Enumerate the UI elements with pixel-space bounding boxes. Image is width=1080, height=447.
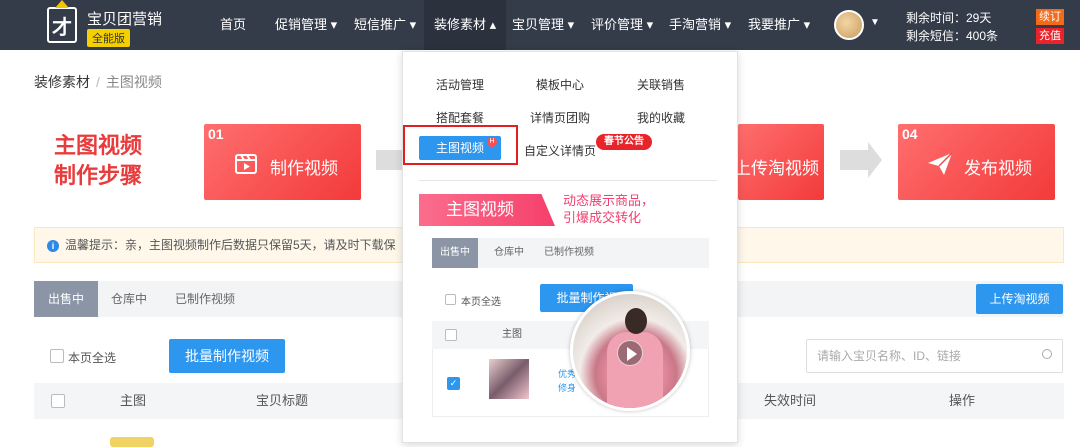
- notice-text: 温馨提示：亲，主图视频制作后数据只保留5天，请及时下载保: [65, 238, 396, 252]
- menu-item-related-sales[interactable]: 关联销售: [637, 76, 685, 93]
- column-expiry: 失效时间: [764, 393, 817, 408]
- select-all-label: 本页全选: [68, 351, 117, 365]
- divider: [419, 180, 717, 181]
- steps-title-line1: 主图视频: [54, 133, 143, 158]
- logo-glyph: 才: [52, 16, 72, 39]
- tab-made-videos[interactable]: 已制作视频: [175, 281, 235, 317]
- step-label: 上传淘视频: [734, 159, 819, 178]
- nav-reviews[interactable]: 评价管理 ▾: [591, 0, 653, 50]
- nav-promotion[interactable]: 促销管理 ▾: [275, 0, 337, 50]
- menu-item-bundles[interactable]: 搭配套餐: [436, 109, 484, 126]
- remaining-time: 剩余时间：29天: [906, 11, 992, 25]
- nav-mobile-marketing[interactable]: 手淘营销 ▾: [669, 0, 731, 50]
- play-icon[interactable]: [617, 340, 643, 366]
- search-input[interactable]: 请输入宝贝名称、ID、链接: [806, 339, 1063, 373]
- preview-select-all: 本页全选: [461, 297, 501, 308]
- edition-badge: 全能版: [87, 29, 130, 47]
- info-icon: i: [47, 240, 59, 252]
- tab-on-sale[interactable]: 出售中: [34, 281, 99, 317]
- top-navbar: 才 宝贝团营销 全能版 首页 促销管理 ▾ 短信推广 ▾ 装修素材 ▴ 宝贝管理…: [0, 0, 1080, 50]
- preview-product-image: [489, 359, 529, 399]
- menu-item-favorites[interactable]: 我的收藏: [637, 109, 685, 126]
- breadcrumb-parent[interactable]: 装修素材: [34, 74, 90, 90]
- promo-line: 动态展示商品，: [563, 193, 655, 208]
- preview-column-main: 主图: [502, 329, 522, 340]
- clapperboard-icon: [235, 154, 257, 174]
- promo-banner-title: 主图视频: [419, 194, 555, 226]
- preview-checkbox: [445, 294, 456, 305]
- steps-title-line2: 制作步骤: [54, 163, 143, 188]
- step-upload-video: 上传淘视频: [734, 124, 824, 200]
- column-title: 宝贝标题: [256, 393, 309, 408]
- promo-banner-text: 动态展示商品， 引爆成交转化: [563, 192, 654, 226]
- menu-item-detail-group-buy[interactable]: 详情页团购: [530, 109, 590, 126]
- paper-plane-icon: [928, 152, 953, 175]
- tab-warehouse[interactable]: 仓库中: [111, 281, 147, 317]
- preview-link-line: 修身: [558, 383, 577, 393]
- remaining-sms: 剩余短信：400条: [906, 29, 999, 43]
- breadcrumb: 装修素材 / 主图视频: [34, 72, 162, 92]
- preview-header-checkbox: [445, 329, 457, 341]
- column-main-image: 主图: [120, 393, 147, 408]
- nav-advertise[interactable]: 我要推广 ▾: [748, 0, 810, 50]
- search-placeholder: 请输入宝贝名称、ID、链接: [817, 349, 962, 363]
- step-publish-video: 04 发布视频: [898, 124, 1055, 200]
- nav-decoration[interactable]: 装修素材 ▴: [424, 0, 507, 50]
- caret-down-icon[interactable]: ▼: [870, 17, 880, 28]
- breadcrumb-separator: /: [96, 74, 100, 90]
- hot-badge: H: [487, 137, 497, 147]
- step-number: 01: [208, 126, 224, 142]
- search-icon[interactable]: [1042, 349, 1052, 359]
- preview-tab-warehouse: 仓库中: [494, 247, 524, 258]
- menu-item-activity[interactable]: 活动管理: [436, 76, 484, 93]
- nav-home[interactable]: 首页: [220, 0, 246, 50]
- nav-sms[interactable]: 短信推广 ▾: [354, 0, 416, 50]
- menu-item-custom-detail[interactable]: 自定义详情页: [524, 142, 596, 159]
- preview-tab-on-sale: 出售中: [432, 238, 478, 268]
- batch-make-video-button[interactable]: 批量制作视频: [169, 339, 285, 373]
- product-thumbnail[interactable]: [110, 437, 154, 447]
- model-head: [625, 308, 647, 334]
- preview-tab-made: 已制作视频: [544, 247, 594, 258]
- steps-title: 主图视频 制作步骤: [54, 131, 142, 191]
- menu-item-templates[interactable]: 模板中心: [536, 76, 584, 93]
- step-number: 04: [902, 126, 918, 142]
- app-logo[interactable]: 才: [47, 0, 77, 43]
- breadcrumb-current: 主图视频: [105, 74, 162, 90]
- check-icon: ✓: [447, 377, 460, 390]
- decoration-dropdown-menu: 活动管理 模板中心 关联销售 搭配套餐 详情页团购 我的收藏 主图视频 H 自定…: [402, 51, 738, 443]
- user-avatar[interactable]: [834, 10, 864, 40]
- select-all-checkbox[interactable]: [50, 349, 64, 363]
- step-label: 制作视频: [270, 159, 338, 178]
- step-arrow: [376, 142, 418, 178]
- column-actions: 操作: [949, 393, 976, 408]
- renew-button[interactable]: 续订: [1036, 9, 1064, 25]
- step-label: 发布视频: [964, 159, 1032, 178]
- brand-name: 宝贝团营销: [87, 11, 163, 28]
- header-checkbox[interactable]: [51, 394, 65, 408]
- preview-tab-bar: 出售中 仓库中 已制作视频: [432, 238, 709, 268]
- upload-video-button[interactable]: 上传淘视频: [976, 284, 1063, 314]
- promo-line: 引爆成交转化: [563, 210, 642, 225]
- spring-notice-badge[interactable]: 春节公告: [596, 134, 652, 150]
- step-arrow: [840, 142, 882, 178]
- step-make-video: 01 制作视频: [204, 124, 361, 200]
- recharge-button[interactable]: 充值: [1036, 28, 1064, 44]
- nav-products[interactable]: 宝贝管理 ▾: [512, 0, 574, 50]
